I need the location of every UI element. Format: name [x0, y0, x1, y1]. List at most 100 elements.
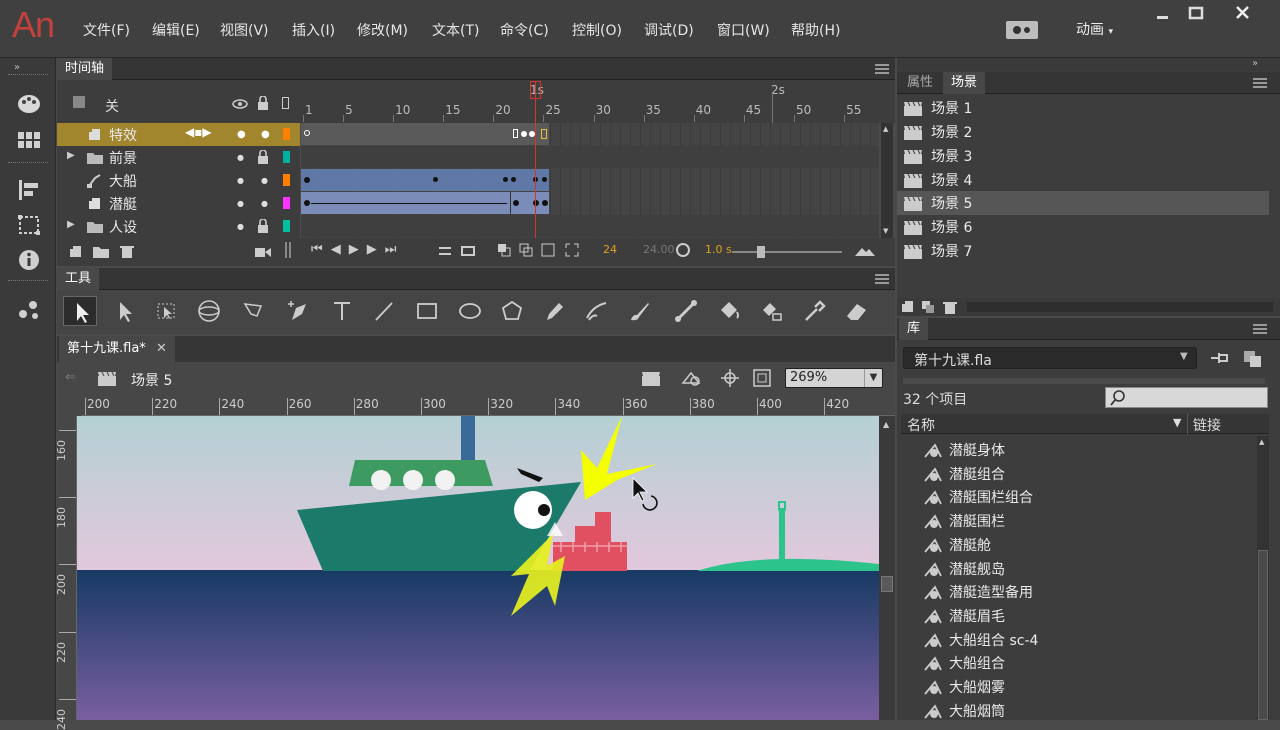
scroll-up-icon[interactable]: ▲	[883, 420, 889, 429]
duplicate-scene-icon[interactable]	[921, 300, 935, 314]
bone-tool-icon[interactable]	[669, 296, 703, 326]
expand-arrow-icon[interactable]: ▶	[67, 219, 75, 230]
pen-tool-icon[interactable]	[282, 296, 316, 326]
scroll-up-icon[interactable]: ▲	[1259, 438, 1264, 446]
onion-skin-icon[interactable]	[497, 243, 511, 257]
oval-tool-icon[interactable]	[453, 296, 487, 326]
rotate-icon[interactable]	[675, 242, 691, 258]
layer-row[interactable]: ▶ 人设 ●	[57, 215, 300, 238]
lock-dot-icon[interactable]: ●	[261, 129, 270, 140]
keyframe[interactable]	[533, 200, 539, 206]
fps-display[interactable]: 24	[603, 243, 617, 256]
pin-icon[interactable]	[1209, 350, 1231, 366]
layer-row[interactable]: 特效 ◀▪▶ ● ●	[57, 123, 300, 146]
menu-control[interactable]: 控制(O)	[572, 20, 622, 40]
line-tool-icon[interactable]	[367, 296, 401, 326]
layer-row[interactable]: ▶ 前景 ●	[57, 146, 300, 169]
rectangle-tool-icon[interactable]	[410, 296, 444, 326]
color-palette-icon[interactable]	[16, 92, 42, 116]
lock-dot-icon[interactable]: ●	[261, 199, 268, 208]
resize-handle[interactable]	[285, 242, 291, 258]
lock-icon[interactable]	[257, 219, 269, 233]
playhead[interactable]	[535, 81, 536, 238]
menu-view[interactable]: 视图(V)	[220, 20, 269, 40]
frames-grid[interactable]	[301, 123, 879, 238]
layer-color-swatch[interactable]	[283, 174, 290, 186]
visible-dot-icon[interactable]: ●	[237, 153, 244, 162]
frame-end[interactable]	[513, 129, 518, 138]
subselection-tool-icon[interactable]	[107, 296, 141, 326]
library-item[interactable]: 潜艇眉毛	[901, 604, 1253, 628]
keyframe[interactable]	[503, 177, 508, 182]
edit-multiple-icon[interactable]	[541, 243, 555, 257]
panel-menu-icon[interactable]	[875, 64, 889, 74]
lock-icon[interactable]	[257, 150, 269, 164]
edit-scene-icon[interactable]	[641, 370, 665, 387]
eyedropper-tool-icon[interactable]	[797, 296, 831, 326]
column-linkage-header[interactable]: 链接	[1193, 415, 1221, 435]
new-library-panel-icon[interactable]	[1243, 350, 1263, 368]
zoom-select[interactable]: 269% ▼	[785, 368, 883, 388]
lock-dot-icon[interactable]: ●	[261, 176, 268, 185]
visible-dot-icon[interactable]: ●	[237, 176, 244, 185]
keyframe[interactable]	[433, 177, 438, 182]
keyframe[interactable]	[304, 200, 310, 206]
transform-icon[interactable]	[16, 213, 42, 237]
minimize-icon[interactable]	[1150, 4, 1176, 22]
keyframe[interactable]	[542, 177, 547, 182]
loop-icon[interactable]	[437, 243, 453, 259]
scene-item[interactable]: 场景 3	[897, 144, 1269, 168]
library-item[interactable]: 大船组合 sc-4	[901, 628, 1253, 652]
expand-arrow-icon[interactable]: ▶	[67, 150, 75, 161]
library-item[interactable]: 潜艇身体	[901, 438, 1253, 462]
library-item[interactable]: 潜艇组合	[901, 462, 1253, 486]
menu-text[interactable]: 文本(T)	[432, 20, 479, 40]
info-icon[interactable]	[16, 248, 42, 272]
library-document-select[interactable]: 第十九课.fla ▼	[903, 347, 1197, 369]
panel-menu-icon[interactable]	[1253, 78, 1267, 88]
zoom-slider-track[interactable]	[732, 251, 842, 253]
menu-edit[interactable]: 编辑(E)	[152, 20, 200, 40]
scroll-thumb[interactable]	[1258, 550, 1268, 720]
frame-span[interactable]	[301, 123, 549, 145]
keyframe[interactable]	[542, 200, 548, 206]
edit-symbol-icon[interactable]	[681, 369, 703, 387]
back-arrow-icon[interactable]: ⇐	[65, 370, 76, 385]
stage-canvas[interactable]	[77, 416, 879, 720]
document-tab[interactable]: 第十九课.fla* ✕	[59, 336, 175, 362]
onion-outline-icon[interactable]	[519, 243, 533, 257]
layer-color-swatch[interactable]	[283, 128, 290, 140]
paint-brush-tool-icon[interactable]	[579, 296, 613, 326]
visible-dot-icon[interactable]: ●	[237, 199, 244, 208]
menu-commands[interactable]: 命令(C)	[500, 20, 549, 40]
panel-menu-icon[interactable]	[1253, 324, 1267, 334]
panel-collapse-bar[interactable]: »	[897, 58, 1280, 71]
chevron-down-icon[interactable]: ▼	[864, 369, 882, 387]
keyframe-nav-icon[interactable]: ◀▪▶	[185, 125, 212, 139]
3d-rotation-tool-icon[interactable]	[193, 296, 227, 326]
scene-item[interactable]: 场景 2	[897, 120, 1269, 144]
expand-icon[interactable]: »	[14, 62, 20, 73]
components-icon[interactable]	[16, 298, 42, 322]
scroll-thumb[interactable]	[881, 576, 893, 592]
maximize-icon[interactable]	[1183, 4, 1209, 22]
tab-tools[interactable]: 工具	[57, 268, 100, 290]
workspace-switcher[interactable]: 动画 ▾	[1076, 19, 1113, 39]
library-item[interactable]: 大船烟筒	[901, 699, 1253, 720]
keyframe[interactable]	[521, 131, 527, 137]
paint-bucket-tool-icon[interactable]	[711, 296, 745, 326]
layer-color-swatch[interactable]	[283, 197, 290, 209]
visible-dot-icon[interactable]: ●	[237, 129, 246, 140]
delete-scene-icon[interactable]	[943, 300, 957, 314]
scene-hscrollbar[interactable]	[967, 302, 1273, 312]
menu-modify[interactable]: 修改(M)	[357, 20, 408, 40]
trash-icon[interactable]	[120, 244, 134, 259]
layer-row[interactable]: 潜艇 ● ●	[57, 192, 300, 215]
library-vscrollbar[interactable]: ▲	[1257, 436, 1269, 720]
scene-item[interactable]: 场景 6	[897, 215, 1269, 239]
chevron-down-icon[interactable]: ▼	[1180, 351, 1188, 362]
sort-arrow-icon[interactable]: ▼	[1173, 416, 1181, 429]
center-stage-icon[interactable]	[721, 369, 739, 387]
modify-markers-icon[interactable]	[565, 243, 579, 257]
panel-menu-icon[interactable]	[875, 274, 889, 284]
